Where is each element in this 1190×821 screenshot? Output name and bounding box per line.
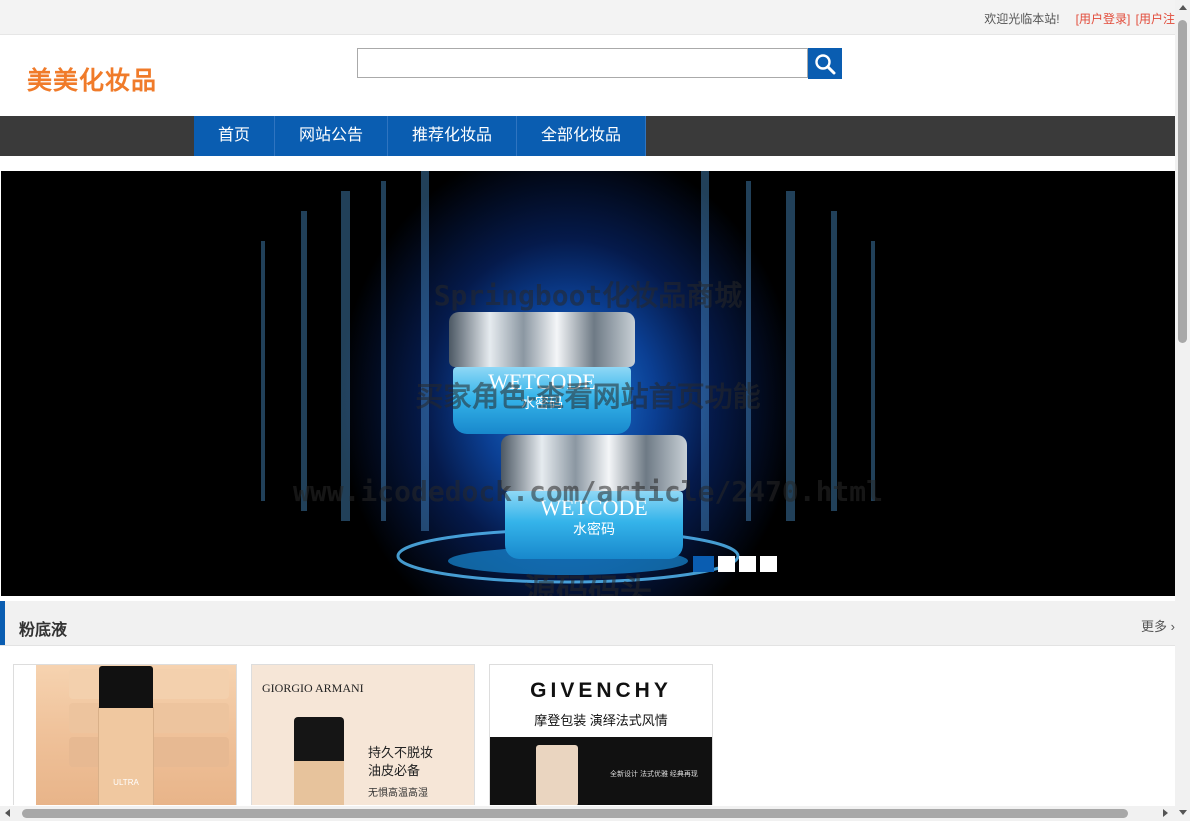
top-bar: 欢迎光临本站! [用户登录] [用户注 [0, 0, 1175, 35]
product-brand: GIVENCHY [530, 679, 672, 702]
nav-item-announcements[interactable]: 网站公告 [275, 116, 389, 156]
carousel-dot-2[interactable] [718, 556, 735, 572]
product-card-1[interactable]: ULTRA [13, 664, 237, 805]
search-icon [815, 54, 836, 75]
horizontal-scrollbar[interactable] [0, 806, 1175, 821]
welcome-text: 欢迎光临本站! [984, 12, 1060, 26]
more-link[interactable]: 更多 › [1141, 616, 1175, 635]
scroll-up-icon[interactable] [1179, 5, 1187, 10]
banner-carousel[interactable]: WETCODE 水密码 WETCODE 水密码 Springboot化妆品商城 … [1, 171, 1175, 596]
jar-brand-label: WETCODE [540, 494, 648, 520]
register-link[interactable]: [用户注 [1136, 12, 1175, 26]
section-title: 粉底液 [19, 622, 68, 639]
search-button[interactable] [808, 48, 842, 79]
product-brand: GIORGIO ARMANI [262, 681, 364, 695]
more-link-label: 更多 [1141, 619, 1168, 634]
caption-line-3: 无惧高温高湿 [368, 788, 428, 799]
login-link[interactable]: [用户登录] [1076, 12, 1131, 26]
bottle-label: ULTRA [113, 778, 139, 787]
caption-line-1: 持久不脱妆 [368, 745, 434, 760]
site-logo[interactable]: 美美化妆品 [27, 61, 157, 97]
small-text: 全新设计 法式优雅 经典再现 [610, 771, 698, 778]
foundation-bottle [536, 745, 578, 805]
product-jar-top: WETCODE 水密码 [449, 312, 635, 434]
carousel-dot-4[interactable] [760, 556, 777, 572]
scroll-right-icon[interactable] [1163, 809, 1168, 817]
section-header: 粉底液 更多 › [0, 601, 1175, 646]
carousel-indicators [693, 556, 777, 572]
product-card-2[interactable]: GIORGIO ARMANI 持久不脱妆 油皮必备 无惧高温高湿 [251, 664, 475, 805]
product-jar-bottom: WETCODE 水密码 [501, 435, 687, 559]
horizontal-scroll-thumb[interactable] [22, 809, 1128, 818]
carousel-dot-1[interactable] [693, 556, 714, 572]
foundation-bottle [294, 717, 344, 805]
carousel-dot-3[interactable] [739, 556, 756, 572]
vertical-scrollbar[interactable] [1175, 0, 1190, 821]
nav-item-home[interactable]: 首页 [194, 116, 276, 156]
vertical-scroll-thumb[interactable] [1178, 20, 1187, 343]
caption-line-2: 油皮必备 [368, 763, 421, 778]
section-accent-bar [0, 601, 5, 645]
caption-line-1: 摩登包装 演绎法式风情 [534, 713, 668, 728]
nav-list: 首页 网站公告 推荐化妆品 全部化妆品 [194, 116, 647, 156]
product-card-3[interactable]: GIVENCHY 摩登包装 演绎法式风情 全新设计 法式优雅 经典再现 [489, 664, 713, 805]
page: 欢迎光临本站! [用户登录] [用户注 美美化妆品 首页 网站公告 推荐化妆品 全… [0, 0, 1175, 805]
scroll-left-icon[interactable] [5, 809, 10, 817]
nav-item-recommended[interactable]: 推荐化妆品 [388, 116, 518, 156]
scroll-down-icon[interactable] [1179, 810, 1187, 815]
welcome-area: 欢迎光临本站! [用户登录] [用户注 [984, 10, 1175, 27]
jar-brand-cn-label: 水密码 [572, 520, 615, 537]
search-input[interactable] [357, 48, 808, 78]
foundation-bottle: ULTRA [98, 666, 154, 805]
main-nav: 首页 网站公告 推荐化妆品 全部化妆品 [0, 116, 1175, 156]
jar-brand-cn-label: 水密码 [520, 394, 563, 411]
nav-item-all-products[interactable]: 全部化妆品 [517, 116, 647, 156]
jar-brand-label: WETCODE [488, 368, 596, 394]
search-box [357, 48, 842, 79]
